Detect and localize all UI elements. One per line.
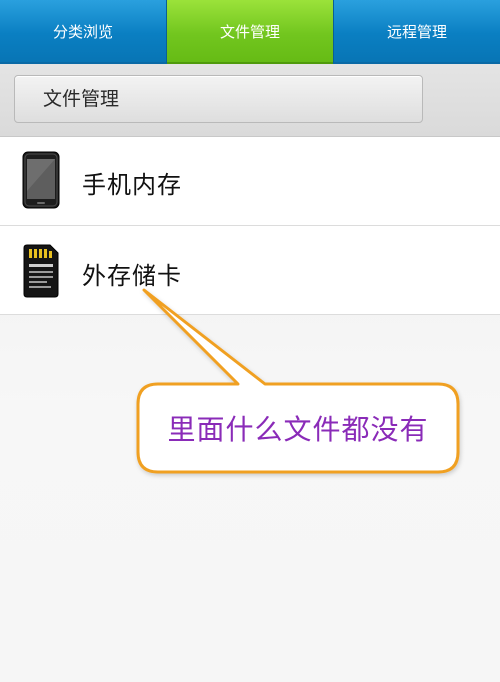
list-item-sd-card[interactable]: 外存储卡 bbox=[0, 226, 500, 315]
tab-bar: 分类浏览 文件管理 远程管理 bbox=[0, 0, 500, 64]
phone-icon bbox=[22, 151, 60, 213]
annotation-text: 里面什么文件都没有 bbox=[167, 413, 429, 446]
tab-category-browse[interactable]: 分类浏览 bbox=[0, 0, 167, 64]
tab-label: 文件管理 bbox=[219, 22, 280, 41]
path-bar: 文件管理 bbox=[0, 64, 500, 137]
tab-label: 分类浏览 bbox=[52, 22, 113, 41]
tab-file-management[interactable]: 文件管理 bbox=[167, 0, 333, 64]
tab-remote-management[interactable]: 远程管理 bbox=[333, 0, 500, 64]
list-item-label: 手机内存 bbox=[82, 171, 182, 199]
list-item-phone-memory[interactable]: 手机内存 bbox=[0, 137, 500, 226]
path-button[interactable]: 文件管理 bbox=[14, 75, 423, 123]
list-item-label: 外存储卡 bbox=[82, 262, 182, 290]
sd-card-icon bbox=[22, 244, 60, 302]
storage-list: 手机内存 外存储卡 bbox=[0, 137, 500, 315]
tab-label: 远程管理 bbox=[386, 22, 447, 41]
